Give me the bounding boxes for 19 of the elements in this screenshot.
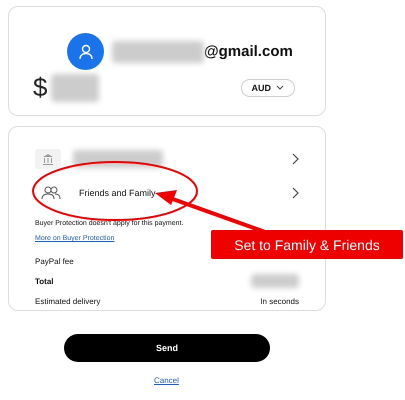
redacted-amount (51, 74, 100, 102)
people-icon (41, 186, 61, 200)
payment-type-row[interactable]: Friends and Family (35, 176, 299, 210)
currency-symbol: $ (33, 72, 48, 103)
email-text: @gmail.com (204, 43, 293, 60)
annotation-callout: Set to Family & Friends (211, 230, 403, 259)
bank-icon (35, 149, 61, 169)
detail-label: Total (35, 276, 54, 286)
send-button[interactable]: Send (64, 334, 270, 362)
caret-icon (276, 85, 284, 90)
detail-value: In seconds (260, 296, 299, 306)
chevron-right-icon (292, 187, 299, 199)
cancel-link[interactable]: Cancel (154, 376, 179, 385)
detail-label: PayPal fee (35, 256, 74, 266)
payment-type-label: Friends and Family (79, 188, 156, 198)
detail-label: Estimated delivery (35, 296, 100, 306)
currency-dropdown[interactable]: AUD (240, 78, 295, 96)
chevron-right-icon (292, 153, 299, 165)
avatar-icon (67, 33, 104, 70)
